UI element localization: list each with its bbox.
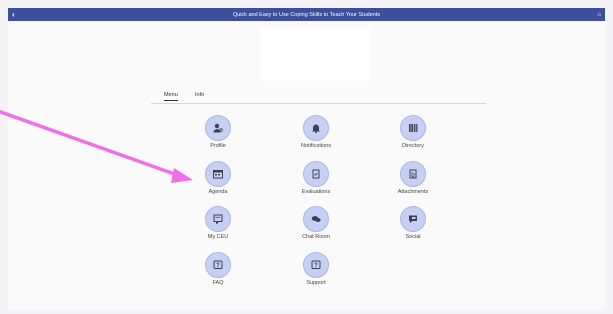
annotation-arrow — [0, 109, 193, 183]
